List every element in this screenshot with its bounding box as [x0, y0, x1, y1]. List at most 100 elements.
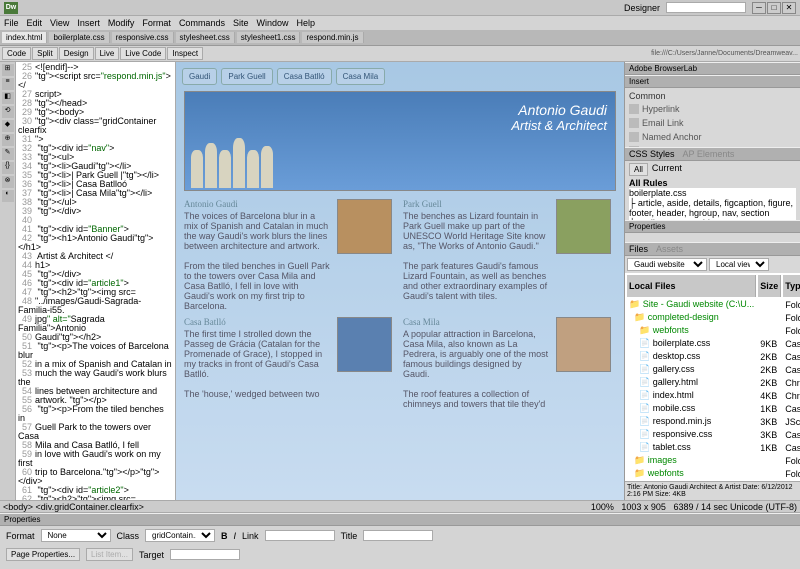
menu-modify[interactable]: Modify: [108, 18, 135, 28]
hero-banner: Antonio Gaudi Artist & Architect: [184, 91, 616, 191]
files-panel-tab[interactable]: Files: [629, 244, 648, 254]
target-input[interactable]: [170, 549, 240, 560]
file-row[interactable]: 📁 Site - Gaudi website (C:\U...Folder6/1…: [627, 299, 800, 310]
article-4-thumb: [556, 317, 611, 372]
insert-category[interactable]: Common: [629, 90, 796, 102]
file-row[interactable]: 📄 gallery.html2KBChrome ...6/12/2012 2:1…: [627, 377, 800, 388]
file-row[interactable]: 📄 responsive.css3KBCascadin...6/12/2012 …: [627, 429, 800, 440]
article-1-body: The voices of Barcelona blur in a mix of…: [184, 211, 331, 251]
insert-item[interactable]: Hyperlink: [629, 102, 796, 116]
insert-item[interactable]: Named Anchor: [629, 130, 796, 144]
assets-panel-tab[interactable]: Assets: [656, 244, 683, 254]
viewport-dims: 1003 x 905: [621, 502, 666, 512]
file-row[interactable]: 📁 imagesFolder6/12/2012 2:17 PM: [627, 455, 800, 466]
css-current-tab[interactable]: Current: [652, 163, 682, 176]
title-label: Title: [341, 531, 358, 541]
properties-mini-header[interactable]: Properties: [625, 220, 800, 233]
class-select[interactable]: gridContain...: [145, 529, 215, 542]
view-code-button[interactable]: Code: [2, 47, 31, 60]
insert-item[interactable]: Email Link: [629, 116, 796, 130]
zoom-level[interactable]: 100%: [591, 502, 614, 512]
css-styles-tab[interactable]: CSS Styles: [629, 149, 675, 159]
nav-pill[interactable]: Casa Mila: [336, 68, 386, 85]
article-1-thumb: [337, 199, 392, 254]
browserlab-panel-header[interactable]: Adobe BrowserLab: [625, 62, 800, 75]
file-row[interactable]: 📄 index.html4KBChrome ...6/12/2012 2:16 …: [627, 390, 800, 401]
code-gutter: ⊞≡◧⟲◆⊕✎{}⊗◐: [0, 62, 16, 500]
hero-title: Antonio Gaudi: [511, 102, 607, 118]
menu-window[interactable]: Window: [256, 18, 288, 28]
file-row[interactable]: 📁 completed-designFolder6/12/2012 2:17 P…: [627, 312, 800, 323]
file-row[interactable]: 📄 desktop.css2KBCascadin...6/12/2012 10:…: [627, 351, 800, 362]
doc-tab[interactable]: boilerplate.css: [49, 32, 109, 43]
files-column-header[interactable]: Type: [783, 275, 800, 297]
view-split-button[interactable]: Split: [32, 47, 58, 60]
file-row[interactable]: 📄 respond.min.js3KBJScript1...3/25/2012 …: [627, 416, 800, 427]
menu-commands[interactable]: Commands: [179, 18, 225, 28]
file-row[interactable]: 📄 boilerplate.css9KBCascadin...6/12/2012…: [627, 338, 800, 349]
design-preview[interactable]: GaudiPark GuellCasa BatllóCasa Mila Anto…: [176, 62, 624, 500]
article-3-body: The first time I strolled down the Passe…: [184, 329, 331, 379]
page-properties-button[interactable]: Page Properties...: [6, 548, 80, 561]
files-status: Title: Antonio Gaudi Architect & Artist …: [625, 481, 800, 500]
article-3-thumb: [337, 317, 392, 372]
file-row[interactable]: 📄 gallery.css2KBCascadin...6/12/2012 10:…: [627, 364, 800, 375]
article-3-title: Casa Batlló: [184, 317, 331, 327]
target-label: Target: [139, 550, 164, 560]
tag-selector[interactable]: <body> <div.gridContainer.clearfix>: [3, 502, 144, 512]
files-column-header[interactable]: Size: [758, 275, 781, 297]
doc-tab[interactable]: stylesheet1.css: [237, 32, 301, 43]
code-editor[interactable]: 25<![endif]-->26"tg"><script src="respon…: [16, 62, 176, 500]
article-2-title: Park Guell: [403, 199, 550, 209]
article-4-body: A popular attraction in Barcelona, Casa …: [403, 329, 550, 379]
css-all-tab[interactable]: All: [629, 163, 648, 176]
view-live-code-button[interactable]: Live Code: [120, 47, 166, 60]
doc-tab[interactable]: stylesheet.css: [176, 32, 235, 43]
article-2-thumb: [556, 199, 611, 254]
doc-tab[interactable]: respond.min.js: [302, 32, 363, 43]
file-row[interactable]: 📄 tablet.css1KBCascadin...6/12/2012 10:3…: [627, 442, 800, 453]
link-input[interactable]: [265, 530, 335, 541]
doc-tab[interactable]: responsive.css: [112, 32, 174, 43]
list-item-button: List Item...: [86, 548, 133, 561]
minimize-icon[interactable]: ─: [752, 2, 766, 14]
path-bar: file:///C:/Users/Janne/Documents/Dreamwe…: [651, 50, 798, 57]
view-select[interactable]: Local view: [709, 258, 769, 271]
css-rule[interactable]: ├ article, aside, details, figcaption, f…: [629, 198, 796, 218]
view-live-button[interactable]: Live: [95, 47, 120, 60]
menu-format[interactable]: Format: [142, 18, 171, 28]
close-icon[interactable]: ✕: [782, 2, 796, 14]
search-input[interactable]: [666, 2, 746, 13]
css-rules-label: All Rules: [629, 178, 796, 188]
article-4-title: Casa Mila: [403, 317, 550, 327]
workspace-switcher[interactable]: Designer: [624, 3, 660, 13]
site-select[interactable]: Gaudi website: [627, 258, 707, 271]
insert-panel-header[interactable]: Insert: [625, 75, 800, 88]
app-logo: Dw: [4, 2, 18, 14]
file-row[interactable]: 📁 webfontsFolder6/12/2012 2:11 PM: [627, 325, 800, 336]
article-2-body: The benches as Lizard fountain in Park G…: [403, 211, 550, 251]
menu-help[interactable]: Help: [296, 18, 315, 28]
menu-edit[interactable]: Edit: [27, 18, 43, 28]
menu-site[interactable]: Site: [233, 18, 249, 28]
nav-pill[interactable]: Park Guell: [221, 68, 272, 85]
file-row[interactable]: 📁 webfontsFolder6/12/2012 2:11 PM: [627, 468, 800, 479]
view-design-button[interactable]: Design: [59, 47, 94, 60]
properties-panel-header[interactable]: Properties: [0, 513, 800, 526]
nav-pill[interactable]: Casa Batlló: [277, 68, 332, 85]
doc-tab[interactable]: index.html: [2, 32, 47, 43]
maximize-icon[interactable]: □: [767, 2, 781, 14]
menu-view[interactable]: View: [50, 18, 69, 28]
format-select[interactable]: None: [41, 529, 111, 542]
css-rule[interactable]: boilerplate.css: [629, 188, 796, 198]
hero-subtitle: Artist & Architect: [511, 118, 607, 133]
class-label: Class: [117, 531, 140, 541]
menu-insert[interactable]: Insert: [77, 18, 100, 28]
title-input[interactable]: [363, 530, 433, 541]
nav-pill[interactable]: Gaudi: [182, 68, 217, 85]
files-column-header[interactable]: Local Files: [627, 275, 756, 297]
menu-file[interactable]: File: [4, 18, 19, 28]
ap-elements-tab[interactable]: AP Elements: [683, 149, 735, 159]
file-row[interactable]: 📄 mobile.css1KBCascadin...6/12/2012 10:3…: [627, 403, 800, 414]
view-inspect-button[interactable]: Inspect: [167, 47, 203, 60]
